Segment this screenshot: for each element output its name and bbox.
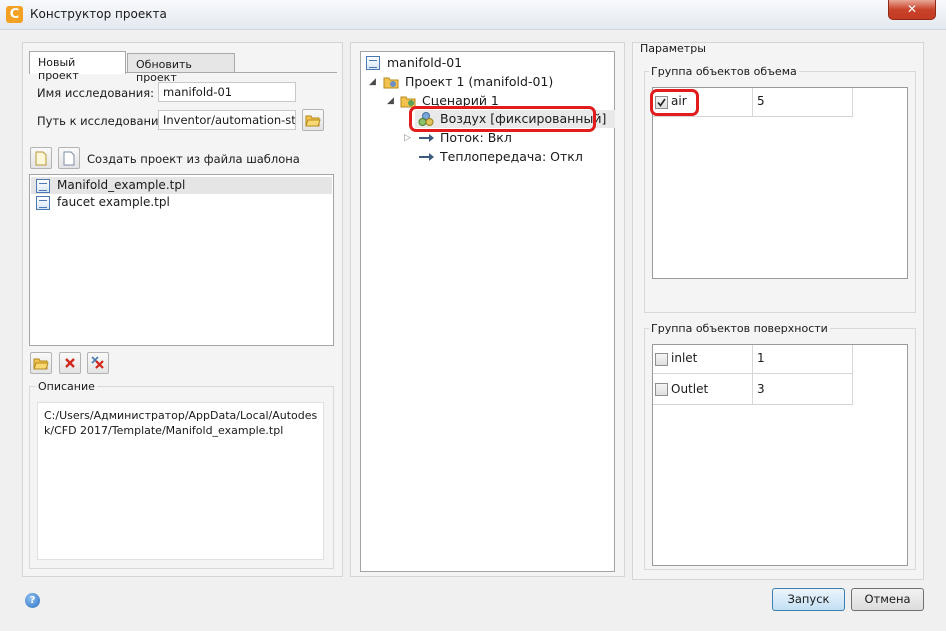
browse-folder-button[interactable]	[302, 109, 324, 131]
title-bar: C Конструктор проекта ✕	[0, 0, 946, 30]
volume-value-cell[interactable]: 5	[753, 88, 853, 117]
window-title: Конструктор проекта	[30, 7, 167, 21]
tree-expander[interactable]: ▷	[404, 129, 411, 147]
tab-new-project[interactable]: Новый проект	[29, 51, 126, 82]
volume-group-title: Группа объектов объема	[649, 65, 799, 78]
tree-heat-label: Теплопередача: Откл	[440, 149, 583, 164]
template-list[interactable]: Manifold_example.tpl faucet example.tpl	[29, 174, 334, 346]
surface-checkbox[interactable]	[655, 383, 668, 396]
delete-template-button[interactable]	[59, 352, 81, 374]
delete-all-icon	[91, 356, 104, 369]
run-button[interactable]: Запуск	[772, 588, 845, 611]
surface-group-title: Группа объектов поверхности	[649, 322, 830, 335]
list-item[interactable]: faucet example.tpl	[31, 194, 332, 211]
new-template-button[interactable]	[30, 147, 52, 169]
document-icon	[63, 151, 75, 165]
surface-value: 1	[757, 351, 765, 365]
list-item[interactable]: Manifold_example.tpl	[31, 177, 332, 194]
params-title: Параметры	[640, 42, 706, 55]
study-path-label: Путь к исследованию:	[37, 114, 173, 128]
template-file-icon	[36, 196, 50, 210]
template-section-label: Создать проект из файла шаблона	[87, 152, 300, 166]
tree-expander[interactable]: ◢	[369, 73, 376, 91]
description-title: Описание	[36, 380, 97, 393]
tree-expander[interactable]: ◢	[387, 92, 394, 110]
surface-name: Outlet	[671, 382, 709, 396]
description-text: C:/Users/Администратор/AppData/Local/Aut…	[44, 409, 318, 437]
arrow-right-icon	[419, 153, 434, 161]
description-box: C:/Users/Администратор/AppData/Local/Aut…	[37, 402, 324, 560]
template-name: faucet example.tpl	[57, 195, 170, 209]
arrow-right-icon	[419, 134, 434, 142]
study-icon	[366, 56, 380, 70]
tab-update-project[interactable]: Обновить проект	[127, 53, 235, 84]
surface-grid[interactable]: inlet 1 Outlet 3	[652, 344, 908, 566]
cancel-button[interactable]: Отмена	[851, 588, 924, 611]
new-file-icon	[35, 151, 47, 165]
project-wizard-window: C Конструктор проекта ✕ Новый проект Обн…	[0, 0, 946, 631]
surface-value: 3	[757, 382, 765, 396]
study-name-label: Имя исследования:	[37, 86, 154, 100]
tree-project-label: Проект 1 (manifold-01)	[405, 74, 554, 89]
volume-value: 5	[757, 94, 765, 108]
app-logo-icon: C	[6, 6, 23, 23]
open-folder-icon	[305, 115, 321, 127]
template-file-icon	[36, 179, 50, 193]
help-icon[interactable]: ?	[25, 593, 40, 608]
delete-icon	[65, 358, 75, 368]
surface-value-cell[interactable]: 3	[753, 374, 853, 405]
surface-checkbox[interactable]	[655, 353, 668, 366]
material-highlight	[409, 106, 596, 132]
study-name-input[interactable]: manifold-01	[158, 82, 296, 102]
study-path-input[interactable]: Inventor/automation-study	[158, 110, 296, 130]
add-template-folder-button[interactable]	[30, 352, 52, 374]
volume-highlight	[650, 89, 699, 116]
open-folder-icon	[33, 358, 49, 370]
delete-all-templates-button[interactable]	[87, 352, 109, 374]
surface-value-cell[interactable]: 1	[753, 345, 853, 374]
surface-name: inlet	[671, 351, 698, 365]
close-button[interactable]: ✕	[888, 0, 936, 20]
surface-name-cell[interactable]: inlet	[653, 345, 753, 374]
template-name: Manifold_example.tpl	[57, 178, 186, 192]
blank-template-button[interactable]	[58, 147, 80, 169]
surface-name-cell[interactable]: Outlet	[653, 374, 753, 405]
tree-root-label: manifold-01	[387, 55, 463, 70]
project-folder-icon	[383, 77, 399, 89]
